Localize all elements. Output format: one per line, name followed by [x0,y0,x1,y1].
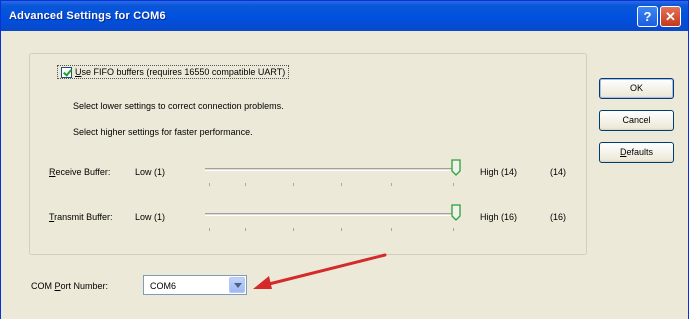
info-higher-settings: Select higher settings for faster perfor… [73,127,253,137]
annotation-arrow-icon [253,253,387,289]
transmit-buffer-slider-thumb[interactable] [451,204,461,221]
transmit-buffer-slider-track[interactable] [205,213,459,216]
slider-tick [341,228,342,231]
slider-tick [209,183,210,186]
com-port-select[interactable]: COM6 [143,275,247,295]
settings-group [29,53,587,255]
slider-tick [293,228,294,231]
slider-tick [293,183,294,186]
transmit-buffer-value: (16) [550,212,567,222]
cancel-button[interactable]: Cancel [599,110,674,131]
defaults-button[interactable]: Defaults [599,142,674,163]
receive-buffer-label: Receive Buffer: [49,167,111,177]
fifo-checkbox-label: Use FIFO buffers (requires 16550 compati… [75,67,286,77]
fifo-checkbox[interactable]: Use FIFO buffers (requires 16550 compati… [57,65,290,79]
slider-tick [209,228,210,231]
receive-buffer-slider-thumb[interactable] [451,159,461,176]
receive-buffer-slider-track[interactable] [205,168,459,171]
slider-tick [245,228,246,231]
transmit-high-label: High (16) [480,212,518,222]
receive-low-label: Low (1) [135,167,166,177]
com-port-value: COM6 [150,281,177,291]
slider-tick [245,183,246,186]
chevron-down-icon[interactable] [229,277,245,293]
com-port-number-label: COM Port Number: [31,281,109,291]
info-lower-settings: Select lower settings to correct connect… [73,101,284,111]
close-icon: ✕ [665,9,676,24]
receive-buffer-value: (14) [550,167,567,177]
slider-tick [391,183,392,186]
advanced-settings-dialog: Advanced Settings for COM6 ? ✕ Use FIFO … [0,0,689,323]
transmit-buffer-label: Transmit Buffer: [49,212,113,222]
slider-tick [341,183,342,186]
receive-high-label: High (14) [480,167,518,177]
slider-tick [391,228,392,231]
transmit-low-label: Low (1) [135,212,166,222]
dialog-title: Advanced Settings for COM6 [9,10,166,22]
close-button[interactable]: ✕ [660,6,681,27]
slider-tick [453,183,454,186]
checkbox-checked-icon[interactable] [61,66,72,78]
help-button[interactable]: ? [637,6,658,27]
ok-button[interactable]: OK [599,78,674,99]
title-bar[interactable]: Advanced Settings for COM6 ? ✕ [1,1,688,31]
help-icon: ? [643,9,652,24]
slider-tick [453,228,454,231]
bottom-edge [0,319,689,323]
